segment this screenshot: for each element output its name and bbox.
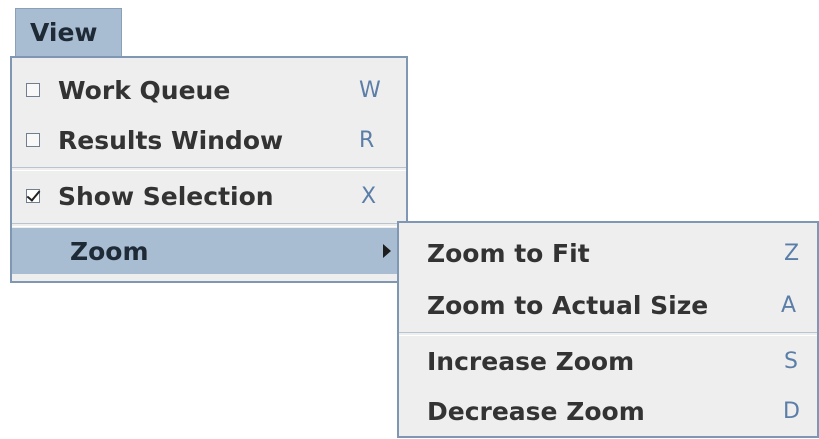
menu-item-shortcut: X [361,183,377,209]
menu-item-label: Results Window [58,125,284,155]
view-menu: Work Queue W Results Window R Show Selec… [10,56,408,283]
menu-item-results-window[interactable]: Results Window R [12,118,406,162]
menu-item-shortcut: W [359,77,381,103]
menu-separator [12,223,406,227]
checkbox-checked-icon[interactable] [26,189,40,203]
screen: View Work Queue W Results Window R Show … [0,0,819,439]
menu-separator [12,167,406,171]
checkbox-unchecked-icon[interactable] [26,83,40,97]
menu-item-label: Work Queue [58,75,231,105]
view-menu-title[interactable]: View [15,8,122,56]
menu-item-label: Zoom to Fit [427,238,590,268]
menu-item-shortcut: A [781,292,797,318]
menu-separator [399,332,817,336]
checkbox-unchecked-icon[interactable] [26,133,40,147]
menu-item-zoom[interactable]: Zoom [12,228,406,274]
menu-item-shortcut: R [359,127,375,153]
zoom-submenu: Zoom to Fit Z Zoom to Actual Size A Incr… [397,221,819,438]
menu-item-shortcut: S [784,348,798,374]
menu-item-label: Decrease Zoom [427,396,645,426]
menu-item-label: Zoom to Actual Size [427,290,709,320]
menu-item-increase-zoom[interactable]: Increase Zoom S [399,339,817,383]
menu-item-shortcut: D [783,398,800,424]
menu-item-zoom-to-fit[interactable]: Zoom to Fit Z [399,231,817,275]
menu-item-label: Increase Zoom [427,346,635,376]
menu-item-zoom-to-actual-size[interactable]: Zoom to Actual Size A [399,283,817,327]
menu-item-decrease-zoom[interactable]: Decrease Zoom D [399,389,817,433]
menu-item-show-selection[interactable]: Show Selection X [12,174,406,218]
submenu-arrow-icon [383,244,391,258]
menu-item-shortcut: Z [784,240,800,266]
menu-item-label: Zoom [70,236,149,266]
menu-item-work-queue[interactable]: Work Queue W [12,68,406,112]
view-menu-title-label: View [30,18,98,47]
menu-item-label: Show Selection [58,181,274,211]
